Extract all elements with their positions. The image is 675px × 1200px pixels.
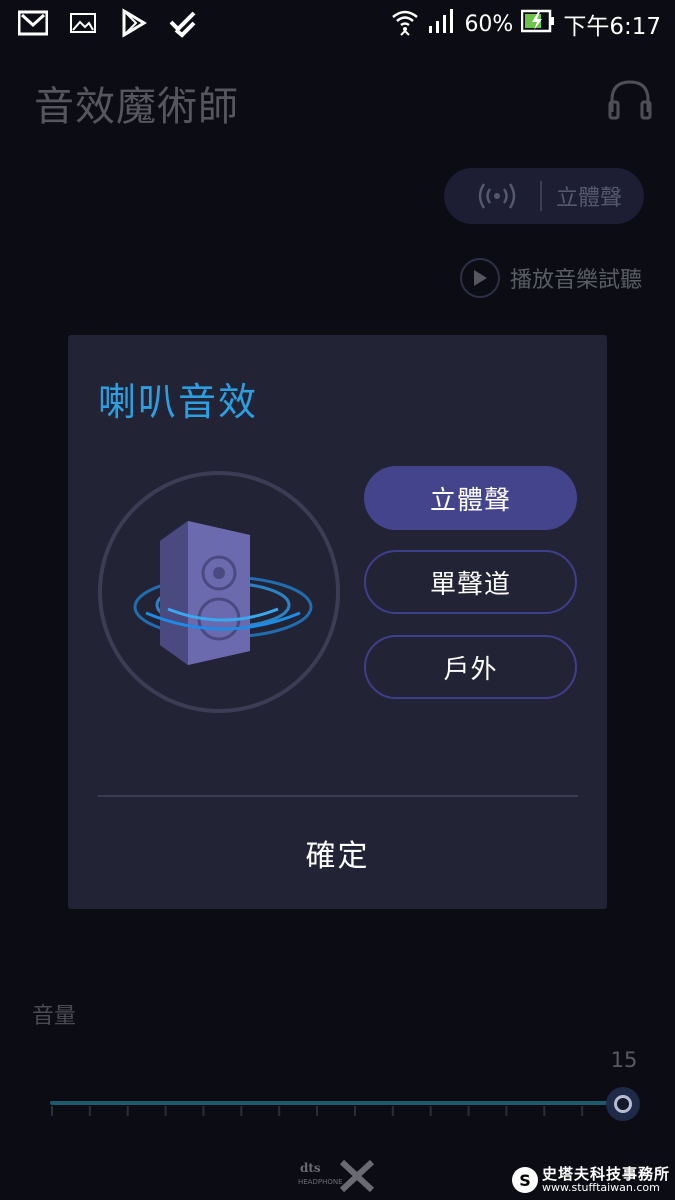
option-mono-label: 單聲道 <box>429 569 511 600</box>
app-title: 音效魔術師 <box>34 84 239 130</box>
dts-headphone-x-logo: dts HEADPHONE <box>298 1160 375 1192</box>
svg-text:dts: dts <box>300 1161 321 1175</box>
surround-wave-icon <box>478 183 516 209</box>
volume-slider-fill <box>50 1101 622 1105</box>
gmail-icon <box>17 8 49 38</box>
watermark-name: 史塔夫科技事務所 <box>542 1165 671 1183</box>
confirm-button[interactable]: 確定 <box>68 797 607 909</box>
option-stereo-button[interactable]: 立體聲 <box>364 466 577 530</box>
watermark: S 史塔夫科技事務所 www.stufftaiwan.com <box>512 1164 672 1196</box>
option-outdoor-button[interactable]: 戶外 <box>364 635 577 699</box>
option-mono-button[interactable]: 單聲道 <box>364 550 577 614</box>
clock: 下午6:17 <box>563 14 661 40</box>
volume-label: 音量 <box>32 1004 77 1029</box>
svg-text:HEADPHONE: HEADPHONE <box>298 1178 343 1186</box>
headphone-icon <box>608 80 652 120</box>
volume-slider-track[interactable] <box>50 1101 622 1105</box>
pill-divider <box>540 181 542 211</box>
watermark-url: www.stufftaiwan.com <box>542 1181 660 1194</box>
watermark-logo: S <box>512 1167 538 1193</box>
battery-charging-icon <box>521 8 555 40</box>
sound-mode-pill[interactable]: 立體聲 <box>444 168 644 224</box>
volume-slider-ticks <box>51 1106 621 1116</box>
option-outdoor-label: 戶外 <box>443 654 498 685</box>
feedly-icon <box>168 8 198 38</box>
volume-value: 15 <box>610 1048 638 1072</box>
gallery-icon <box>68 8 98 38</box>
sound-mode-label: 立體聲 <box>556 186 623 211</box>
speaker-surround-icon <box>133 521 313 665</box>
status-bar: 60% 下午6:17 <box>0 0 675 46</box>
battery-percent: 60% <box>464 11 514 37</box>
signal-icon <box>428 8 456 40</box>
speaker-effect-dialog: 喇叭音效 立體聲 單聲道 戶外 確定 <box>68 335 607 909</box>
dialog-title: 喇叭音效 <box>98 380 259 424</box>
play-icon <box>460 258 500 298</box>
play-store-icon <box>118 8 148 38</box>
play-preview-label: 播放音樂試聽 <box>510 268 643 293</box>
volume-slider-thumb[interactable] <box>606 1087 640 1121</box>
confirm-label: 確定 <box>305 839 370 874</box>
play-preview-button[interactable]: 播放音樂試聽 <box>460 258 642 298</box>
headphone-button[interactable] <box>606 78 654 120</box>
option-stereo-label: 立體聲 <box>429 485 511 516</box>
wifi-icon <box>390 6 420 42</box>
